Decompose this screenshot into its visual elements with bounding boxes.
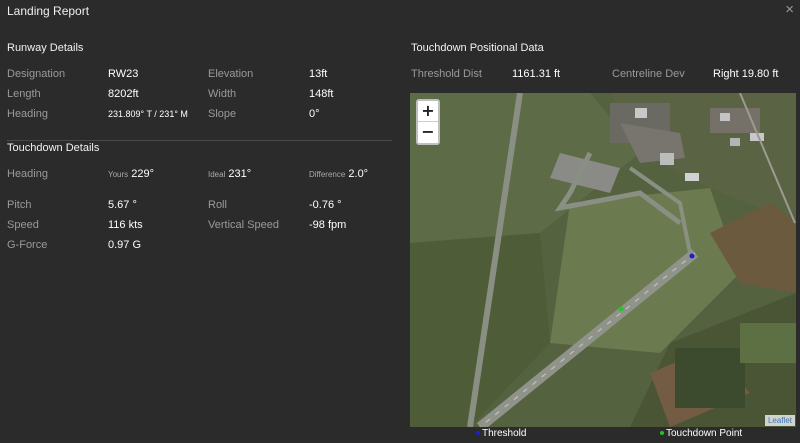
gforce-label: G-Force [7,239,48,251]
runway-heading-label: Heading [7,108,48,120]
legend-threshold-label: Threshold [482,428,527,439]
vertical-speed-value: -98 fpm [309,219,347,231]
zoom-control: + − [416,99,440,145]
legend-threshold: Threshold [476,428,526,439]
td-heading-label: Heading [7,168,48,180]
close-icon[interactable]: × [785,2,794,18]
vertical-speed-label: Vertical Speed [208,219,279,231]
pitch-label: Pitch [7,199,32,211]
length-value: 8202ft [108,88,139,100]
slope-label: Slope [208,108,237,120]
yours-label: Yours [108,170,129,179]
length-label: Length [7,88,41,100]
threshold-dot-icon [476,431,480,436]
speed-value: 116 kts [108,219,143,231]
elevation-label: Elevation [208,68,254,80]
centreline-dev-value: Right 19.80 ft [713,68,779,80]
leaflet-attribution[interactable]: Leaflet [764,415,795,426]
elevation-value: 13ft [309,68,328,80]
difference-value: 2.0° [348,168,369,180]
width-label: Width [208,88,237,100]
window-title: Landing Report [7,4,90,18]
gforce-value: 0.97 G [108,239,142,251]
threshold-marker[interactable] [689,253,695,259]
pitch-value: 5.67 ° [108,199,137,211]
yours-value: 229° [131,168,154,180]
zoom-in-button[interactable]: + [418,101,438,122]
touchdown-details-heading: Touchdown Details [7,142,100,154]
difference-label: Difference [309,170,346,179]
designation-label: Designation [7,68,66,80]
positional-data-heading: Touchdown Positional Data [411,42,544,54]
section-divider [7,140,392,141]
threshold-dist-label: Threshold Dist [411,68,482,80]
roll-label: Roll [208,199,227,211]
ideal-label: Ideal [208,170,226,179]
ideal-heading: Ideal 231° [208,168,251,180]
runway-heading-value: 231.809° T / 231° M [108,109,188,119]
slope-value: 0° [309,108,320,120]
title-bar: Landing Report × [0,0,800,24]
touchdown-marker[interactable] [618,306,624,312]
speed-label: Speed [7,219,39,231]
ideal-value: 231° [228,168,252,180]
difference-heading: Difference 2.0° [309,168,368,180]
satellite-map[interactable] [410,93,796,427]
legend-touchdown-label: Touchdown Point [666,428,743,439]
map-markers [618,253,695,312]
threshold-dist-value: 1161.31 ft [512,68,561,80]
legend-touchdown: Touchdown Point [660,428,742,439]
width-value: 148ft [309,88,334,100]
runway-details-heading: Runway Details [7,42,84,54]
zoom-out-button[interactable]: − [418,122,438,143]
roll-value: -0.76 ° [309,199,342,211]
touchdown-dot-icon [660,431,664,436]
centreline-dev-label: Centreline Dev [612,68,685,80]
yours-heading: Yours 229° [108,168,154,180]
designation-value: RW23 [108,68,139,80]
